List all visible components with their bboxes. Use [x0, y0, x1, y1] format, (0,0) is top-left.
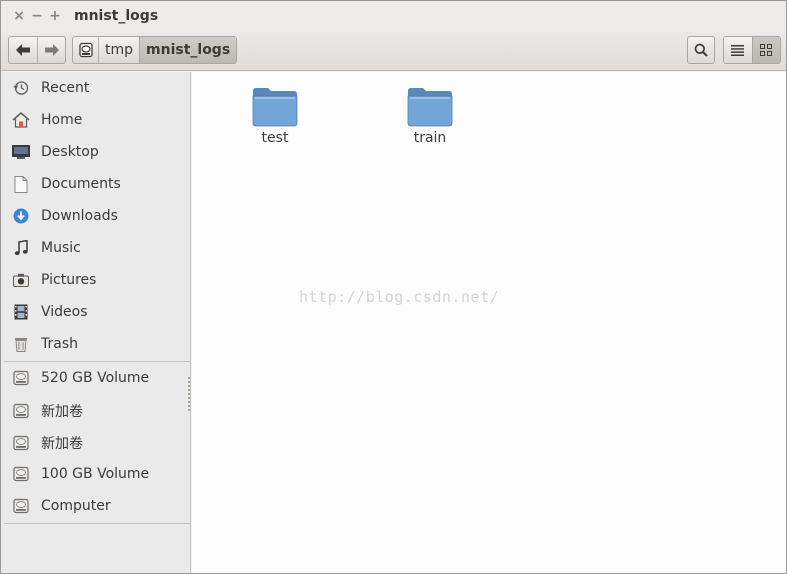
drive-icon	[11, 368, 31, 388]
folder-icon	[407, 88, 453, 127]
sidebar-item-label: Trash	[41, 336, 78, 352]
folder-icon	[252, 88, 298, 127]
file-view: test train http://blog.csdn.net/	[192, 72, 786, 573]
sidebar-item-downloads[interactable]: Downloads	[1, 201, 190, 231]
arrow-right-icon	[44, 44, 59, 56]
sidebar-item-100gb-volume[interactable]: 100 GB Volume	[1, 459, 190, 489]
sidebar-item-520gb-volume[interactable]: 520 GB Volume	[1, 363, 190, 393]
view-toggle	[723, 36, 781, 64]
sidebar-item-recent[interactable]: Recent	[1, 73, 190, 103]
sidebar-item-label: Desktop	[41, 144, 99, 160]
sidebar-item-label: Home	[41, 112, 83, 128]
sidebar-divider	[4, 523, 190, 524]
sidebar-item-label: Documents	[41, 176, 121, 192]
sidebar-item-label: Music	[41, 240, 81, 256]
sidebar-item-home[interactable]: Home	[1, 105, 190, 135]
sidebar-item-label: Recent	[41, 80, 90, 96]
path-segment-mnist-logs[interactable]: mnist_logs	[139, 37, 237, 63]
sidebar-item-label: 新加卷	[41, 436, 83, 452]
path-segment-tmp[interactable]: tmp	[99, 37, 139, 63]
file-manager-window: × − + mnist_logs tmp mnist_logs Recent H…	[0, 0, 787, 574]
window-title: mnist_logs	[74, 8, 159, 24]
sidebar-item-label: Computer	[41, 498, 111, 514]
back-button[interactable]	[9, 37, 37, 63]
sidebar: Recent Home Desktop Documents Downloads …	[1, 72, 191, 573]
minimize-button[interactable]: −	[28, 7, 46, 25]
toolbar: tmp mnist_logs	[1, 31, 786, 71]
file-label: train	[413, 130, 447, 146]
file-label: test	[261, 130, 289, 146]
watermark: http://blog.csdn.net/	[299, 288, 500, 306]
close-button[interactable]: ×	[10, 7, 28, 25]
document-icon	[11, 174, 31, 194]
drive-root-button[interactable]	[73, 37, 99, 63]
list-view-icon	[731, 44, 745, 56]
sidebar-item-label: Pictures	[41, 272, 97, 288]
camera-icon	[11, 270, 31, 290]
trash-icon	[11, 334, 31, 354]
sidebar-item-label: Downloads	[41, 208, 118, 224]
drive-icon	[11, 464, 31, 484]
drive-icon	[11, 433, 31, 453]
sidebar-item-computer[interactable]: Computer	[1, 491, 190, 521]
drive-icon	[11, 496, 31, 516]
sidebar-item-label: 新加卷	[41, 404, 83, 420]
sidebar-item-videos[interactable]: Videos	[1, 297, 190, 327]
sidebar-item-label: 520 GB Volume	[41, 370, 150, 386]
sidebar-item-desktop[interactable]: Desktop	[1, 137, 190, 167]
sidebar-resize-handle[interactable]	[188, 377, 190, 411]
download-icon	[11, 206, 31, 226]
search-button[interactable]	[687, 36, 715, 64]
sidebar-item-label: Videos	[41, 304, 88, 320]
home-icon	[11, 110, 31, 130]
folder-item-train[interactable]: train	[390, 87, 470, 146]
sidebar-item-pictures[interactable]: Pictures	[1, 265, 190, 295]
sidebar-item-trash[interactable]: Trash	[1, 329, 190, 359]
grid-view-icon	[760, 44, 773, 56]
arrow-left-icon	[16, 44, 30, 56]
folder-item-test[interactable]: test	[235, 87, 315, 146]
film-icon	[11, 302, 31, 322]
desktop-icon	[11, 142, 31, 162]
sidebar-divider	[4, 361, 190, 362]
forward-button[interactable]	[37, 37, 65, 63]
sidebar-item-volume-b[interactable]: 新加卷	[1, 428, 190, 458]
drive-icon	[11, 401, 31, 421]
sidebar-item-volume-a[interactable]: 新加卷	[1, 396, 190, 426]
maximize-button[interactable]: +	[46, 7, 64, 25]
grid-view-button[interactable]	[751, 37, 780, 63]
titlebar: × − + mnist_logs	[1, 1, 786, 31]
clock-icon	[11, 78, 31, 98]
list-view-button[interactable]	[724, 37, 752, 63]
path-bar: tmp mnist_logs	[72, 36, 238, 64]
sidebar-item-music[interactable]: Music	[1, 233, 190, 263]
drive-icon	[78, 42, 93, 58]
search-icon	[694, 43, 708, 57]
sidebar-item-label: 100 GB Volume	[41, 466, 150, 482]
sidebar-item-documents[interactable]: Documents	[1, 169, 190, 199]
music-icon	[11, 238, 31, 258]
navigation-buttons	[8, 36, 66, 64]
